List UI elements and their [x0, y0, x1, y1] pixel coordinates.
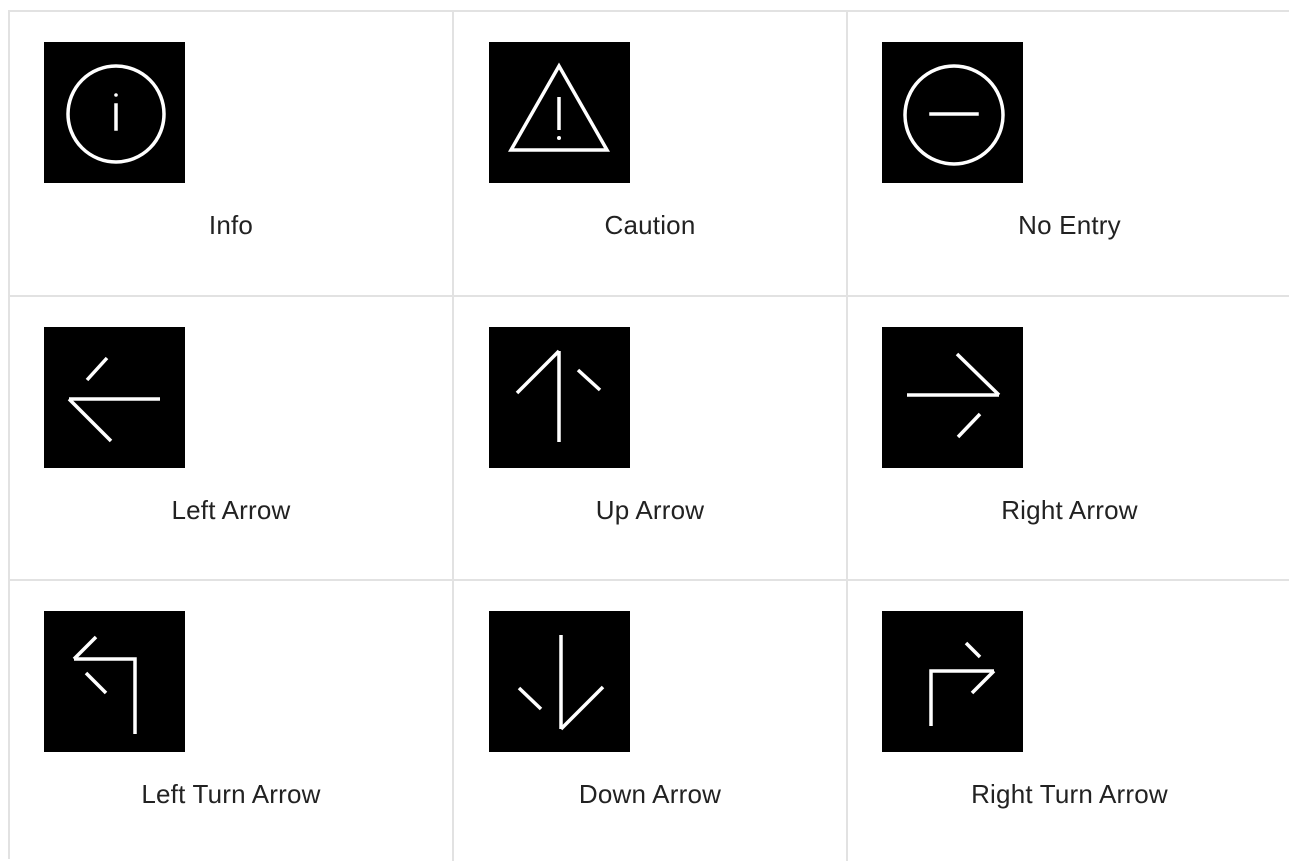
down-arrow-icon — [489, 611, 630, 752]
tile-left-arrow[interactable]: Left Arrow — [10, 297, 454, 581]
tile-label: Right Turn Arrow — [971, 779, 1168, 809]
tile-caution[interactable]: Caution — [454, 12, 848, 297]
left-arrow-icon — [44, 327, 185, 468]
tile-label: Left Turn Arrow — [141, 779, 321, 809]
tile-no-entry[interactable]: No Entry — [848, 12, 1289, 297]
info-icon — [44, 42, 185, 183]
tile-right-turn-arrow[interactable]: Right Turn Arrow — [848, 581, 1289, 861]
sign-icon-grid: Info Caution No Entry Left Arrow Up Arro… — [8, 10, 1289, 861]
tile-label: No Entry — [1018, 210, 1121, 240]
tile-info[interactable]: Info — [10, 12, 454, 297]
right-turn-arrow-icon — [882, 611, 1023, 752]
tile-label: Up Arrow — [595, 495, 705, 525]
tile-label: Right Arrow — [1001, 495, 1138, 525]
tile-label: Caution — [604, 210, 696, 240]
tile-label: Down Arrow — [578, 779, 722, 809]
tile-label: Info — [208, 210, 254, 240]
tile-up-arrow[interactable]: Up Arrow — [454, 297, 848, 581]
tile-left-turn-arrow[interactable]: Left Turn Arrow — [10, 581, 454, 861]
tile-label: Left Arrow — [171, 495, 291, 525]
up-arrow-icon — [489, 327, 630, 468]
right-arrow-icon — [882, 327, 1023, 468]
left-turn-arrow-icon — [44, 611, 185, 752]
tile-down-arrow[interactable]: Down Arrow — [454, 581, 848, 861]
no-entry-icon — [882, 42, 1023, 183]
caution-icon — [489, 42, 630, 183]
tile-right-arrow[interactable]: Right Arrow — [848, 297, 1289, 581]
